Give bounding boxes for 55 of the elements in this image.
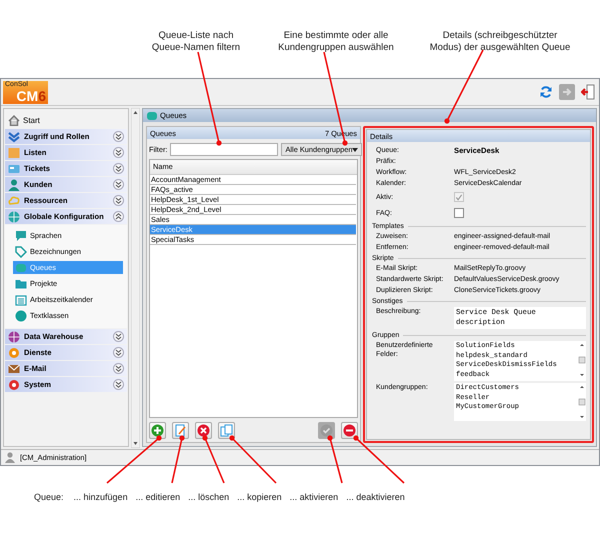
checkbox[interactable] <box>454 208 464 218</box>
expand-icon[interactable] <box>113 363 124 374</box>
speech-bubble-icon <box>15 230 27 242</box>
collapse-icon[interactable] <box>113 211 124 222</box>
queue-icon <box>147 112 157 120</box>
user-icon <box>5 452 15 463</box>
callout-text: Queue-Liste nach Queue-Namen filtern <box>150 30 242 54</box>
add-button[interactable] <box>149 422 166 439</box>
caret-icon <box>352 148 358 152</box>
logout-icon[interactable] <box>581 84 595 100</box>
globe-icon <box>8 210 20 222</box>
square-icon <box>8 146 20 158</box>
chevrons-icon <box>8 130 20 142</box>
expand-icon[interactable] <box>113 379 124 390</box>
house-icon <box>8 114 20 126</box>
callout-text: Details (schreibgeschützter Modus) der ausgewählten Queue <box>428 30 572 54</box>
expand-icon[interactable] <box>113 331 124 342</box>
cloud-icon <box>8 194 20 206</box>
refresh-icon[interactable] <box>539 85 553 99</box>
callout-text: Eine bestimmte oder alle Kundengruppen auswählen <box>277 30 395 54</box>
person-icon <box>8 178 20 190</box>
leader-line <box>171 435 185 484</box>
callout-text: ... deaktivieren <box>346 492 405 502</box>
expand-icon[interactable] <box>113 347 124 358</box>
filter-field[interactable] <box>170 143 278 156</box>
scrollbar[interactable] <box>578 383 586 421</box>
callout-text: ... aktivieren <box>290 492 338 502</box>
callout-text: ... hinzufügen <box>74 492 128 502</box>
card-icon <box>8 162 20 174</box>
expand-icon[interactable] <box>113 131 124 142</box>
edit-button[interactable] <box>172 422 189 439</box>
callout-text: ... löschen <box>188 492 230 502</box>
callout-text: ... kopieren <box>237 492 282 502</box>
expand-icon[interactable] <box>113 147 124 158</box>
leader-line <box>229 435 277 484</box>
callout-text: Queue: <box>34 492 64 502</box>
circle-icon <box>15 310 27 322</box>
queue-icon <box>15 262 27 274</box>
leader-line <box>353 435 405 484</box>
delete-button[interactable] <box>195 422 212 439</box>
leader-line <box>106 435 162 484</box>
deactivate-button[interactable] <box>341 422 358 439</box>
expand-icon[interactable] <box>113 179 124 190</box>
leader-line <box>202 435 225 484</box>
leader-line <box>327 435 343 484</box>
expand-icon[interactable] <box>113 195 124 206</box>
scrollbar[interactable] <box>578 341 586 379</box>
folder-icon <box>15 278 27 290</box>
start-item[interactable]: Start <box>5 112 127 128</box>
envelope-icon <box>8 362 20 374</box>
callout-text: ... editieren <box>136 492 180 502</box>
scrollbar[interactable] <box>131 108 140 448</box>
expand-icon[interactable] <box>113 163 124 174</box>
tag-icon <box>15 246 27 258</box>
copy-button[interactable] <box>218 422 235 439</box>
